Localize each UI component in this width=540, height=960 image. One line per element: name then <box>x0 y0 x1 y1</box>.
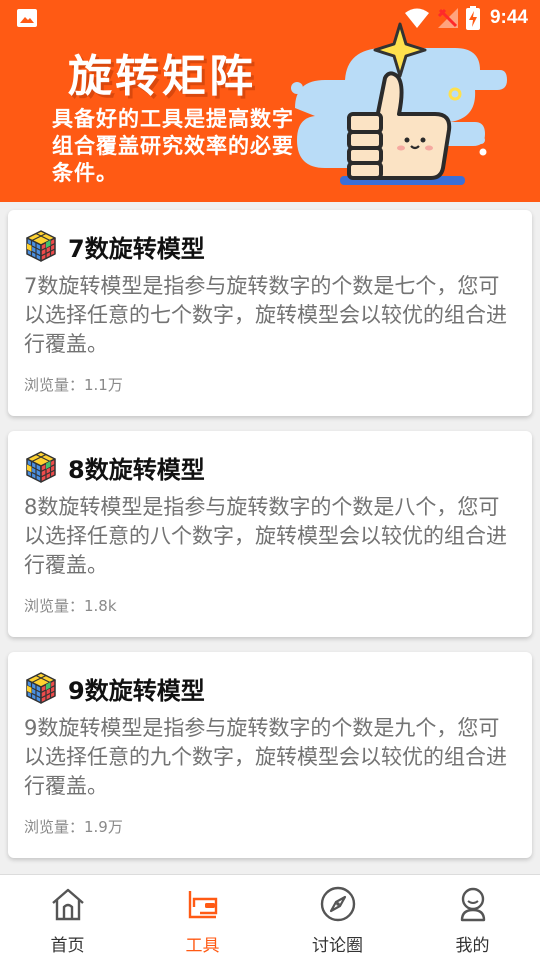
nav-item-discussion[interactable]: 讨论圈 <box>270 875 405 960</box>
card-title: 9数旋转模型 <box>68 676 205 705</box>
model-card-list: 7数旋转模型 7数旋转模型是指参与旋转数字的个数是七个，您可以选择任意的七个数字… <box>0 202 540 874</box>
card-title-row: 7数旋转模型 <box>24 228 205 264</box>
nav-label-tools: 工具 <box>185 936 220 956</box>
card-description: 8数旋转模型是指参与旋转数字的个数是八个，您可以选择任意的八个数字，旋转模型会以… <box>24 495 507 577</box>
rubiks-cube-icon <box>26 451 56 483</box>
card-title: 8数旋转模型 <box>68 455 205 484</box>
compass-icon <box>320 886 355 922</box>
card-view-count: 浏览量：1.8k <box>24 597 117 615</box>
rubiks-cube-icon <box>26 672 56 704</box>
bottom-navigation: 首页 工具 讨论圈 我的 <box>0 874 540 960</box>
nav-item-home[interactable]: 首页 <box>0 875 135 960</box>
thumbs-up-illustration <box>291 22 507 185</box>
image-icon <box>17 9 37 27</box>
card-title-row: 8数旋转模型 <box>24 449 205 485</box>
tools-icon <box>188 891 217 919</box>
card-view-count: 浏览量：1.9万 <box>24 818 123 836</box>
rubiks-cube-icon <box>26 230 56 262</box>
card-title-row: 9数旋转模型 <box>24 670 205 706</box>
card-description: 9数旋转模型是指参与旋转数字的个数是九个，您可以选择任意的九个数字，旋转模型会以… <box>24 716 507 798</box>
nav-item-profile[interactable]: 我的 <box>405 875 540 960</box>
model-card-8[interactable]: 8数旋转模型 8数旋转模型是指参与旋转数字的个数是八个，您可以选择任意的八个数字… <box>8 431 532 637</box>
model-card-7[interactable]: 7数旋转模型 7数旋转模型是指参与旋转数字的个数是七个，您可以选择任意的七个数字… <box>8 210 532 416</box>
card-title: 7数旋转模型 <box>68 234 205 263</box>
nav-label-home: 首页 <box>50 936 85 956</box>
header-subtitle: 具备好的工具是提高数字组合覆盖研究效率的必要条件。 <box>52 107 294 185</box>
home-icon <box>51 888 84 921</box>
card-description: 7数旋转模型是指参与旋转数字的个数是七个，您可以选择任意的七个数字，旋转模型会以… <box>24 274 507 356</box>
model-card-9[interactable]: 9数旋转模型 9数旋转模型是指参与旋转数字的个数是九个，您可以选择任意的九个数字… <box>8 652 532 858</box>
nav-label-profile: 我的 <box>455 936 490 956</box>
page-title: 旋转矩阵 <box>68 51 256 102</box>
profile-icon <box>460 887 485 922</box>
nav-item-tools[interactable]: 工具 <box>135 875 270 960</box>
header-banner: 9:44 旋转矩阵 具备好的工具是提高数字组合覆盖研究效率的必要条件。 <box>0 0 540 202</box>
nav-label-discussion: 讨论圈 <box>312 936 363 956</box>
card-view-count: 浏览量：1.1万 <box>24 376 123 394</box>
